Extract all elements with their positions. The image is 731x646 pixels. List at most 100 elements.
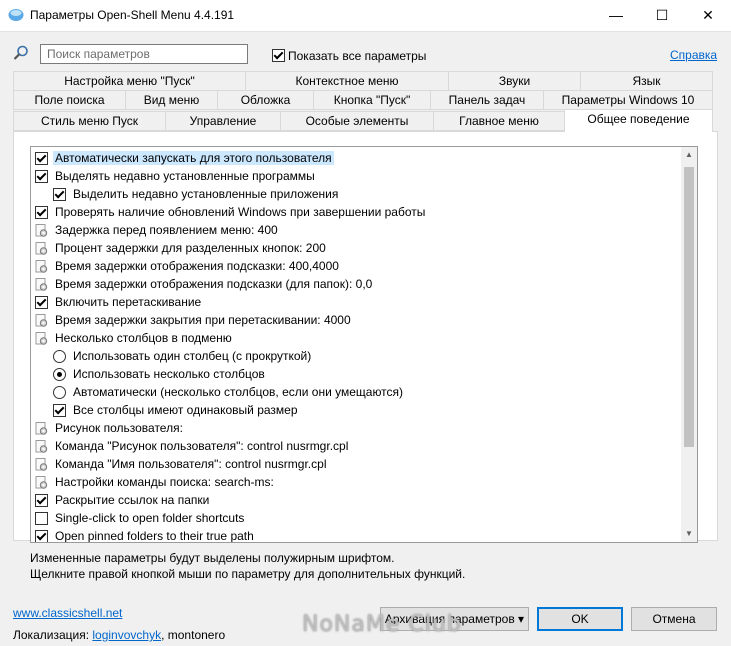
setting-label: Все столбцы имеют одинаковый размер <box>73 403 298 417</box>
setting-radio[interactable] <box>53 386 66 399</box>
window-title: Параметры Open-Shell Menu 4.4.191 <box>30 8 235 22</box>
setting-row[interactable]: Использовать один столбец (с прокруткой) <box>31 347 681 365</box>
settings-gear-icon <box>35 332 48 345</box>
setting-label: Время задержки отображения подсказки (дл… <box>55 277 373 291</box>
scrollbar-thumb[interactable] <box>684 167 694 447</box>
settings-gear-icon <box>35 440 48 453</box>
tab-controls[interactable]: Управление <box>165 111 281 131</box>
tab-general-behavior[interactable]: Общее поведение <box>564 109 713 132</box>
localization-author-link[interactable]: loginvovchyk <box>92 628 161 642</box>
watermark: NoNaMe Club <box>302 612 462 637</box>
scroll-up-arrow-icon[interactable]: ▲ <box>681 147 697 163</box>
setting-row[interactable]: Проверять наличие обновлений Windows при… <box>31 203 681 221</box>
tab-sounds[interactable]: Звуки <box>448 71 581 91</box>
setting-label: Настройки команды поиска: search-ms: <box>55 475 274 489</box>
setting-row[interactable]: Время задержки закрытия при перетаскиван… <box>31 311 681 329</box>
right-click-note: Щелкните правой кнопкой мыши по параметр… <box>30 567 466 581</box>
close-button[interactable]: ✕ <box>685 0 731 31</box>
settings-gear-icon <box>35 278 48 291</box>
title-bar: Параметры Open-Shell Menu 4.4.191 — ☐ ✕ <box>0 0 731 32</box>
setting-row[interactable]: Несколько столбцов в подменю <box>31 329 681 347</box>
setting-row[interactable]: Время задержки отображения подсказки (дл… <box>31 275 681 293</box>
setting-row[interactable]: Настройки команды поиска: search-ms: <box>31 473 681 491</box>
settings-gear-icon <box>35 260 48 273</box>
setting-checkbox[interactable] <box>53 188 66 201</box>
setting-row[interactable]: Рисунок пользователя: <box>31 419 681 437</box>
tab-taskbar[interactable]: Панель задач <box>430 90 544 110</box>
tab-special-items[interactable]: Особые элементы <box>280 111 434 131</box>
tab-language[interactable]: Язык <box>580 71 713 91</box>
setting-label: Open pinned folders to their true path <box>55 529 254 543</box>
settings-scrollbar[interactable]: ▲ ▼ <box>681 147 697 542</box>
setting-label: Команда "Рисунок пользователя": control … <box>55 439 349 453</box>
search-icon <box>13 45 28 60</box>
setting-checkbox[interactable] <box>35 170 48 183</box>
ok-button[interactable]: OK <box>537 607 623 631</box>
setting-label: Автоматически (несколько столбцов, если … <box>73 385 404 399</box>
setting-label: Проверять наличие обновлений Windows при… <box>55 205 426 219</box>
minimize-button[interactable]: — <box>593 0 639 31</box>
tab-skin[interactable]: Обложка <box>217 90 314 110</box>
settings-list: Автоматически запускать для этого пользо… <box>30 146 698 543</box>
setting-row[interactable]: Автоматически запускать для этого пользо… <box>31 149 681 167</box>
cancel-button[interactable]: Отмена <box>631 607 717 631</box>
setting-radio[interactable] <box>53 368 66 381</box>
setting-row[interactable]: Выделить недавно установленные приложени… <box>31 185 681 203</box>
settings-gear-icon <box>35 224 48 237</box>
bold-changes-note: Измененные параметры будут выделены полу… <box>30 551 395 565</box>
setting-checkbox[interactable] <box>35 152 48 165</box>
localization-credits: Локализация: loginvovchyk, montonero <box>13 628 225 642</box>
tab-search-box[interactable]: Поле поиска <box>13 90 126 110</box>
maximize-button[interactable]: ☐ <box>639 0 685 31</box>
setting-label: Использовать один столбец (с прокруткой) <box>73 349 312 363</box>
scroll-down-arrow-icon[interactable]: ▼ <box>681 526 697 542</box>
tab-start-menu-settings[interactable]: Настройка меню "Пуск" <box>13 71 246 91</box>
settings-gear-icon <box>35 314 48 327</box>
settings-gear-icon <box>35 458 48 471</box>
app-shell-icon <box>8 9 24 21</box>
setting-checkbox[interactable] <box>35 494 48 507</box>
tab-windows10-settings[interactable]: Параметры Windows 10 <box>543 90 713 110</box>
setting-radio[interactable] <box>53 350 66 363</box>
show-all-checkbox[interactable] <box>272 49 285 62</box>
tab-start-button[interactable]: Кнопка "Пуск" <box>313 90 431 110</box>
setting-checkbox[interactable] <box>35 206 48 219</box>
setting-label: Выделить недавно установленные приложени… <box>73 187 339 201</box>
setting-checkbox[interactable] <box>35 296 48 309</box>
localization-label: Локализация: <box>13 628 90 642</box>
setting-row[interactable]: Single-click to open folder shortcuts <box>31 509 681 527</box>
website-link[interactable]: www.classicshell.net <box>13 606 122 620</box>
setting-row[interactable]: Раскрытие ссылок на папки <box>31 491 681 509</box>
tab-menu-look[interactable]: Вид меню <box>125 90 218 110</box>
setting-row[interactable]: Использовать несколько столбцов <box>31 365 681 383</box>
setting-checkbox[interactable] <box>35 512 48 525</box>
search-input[interactable] <box>40 44 248 64</box>
settings-gear-icon <box>35 422 48 435</box>
setting-row[interactable]: Команда "Имя пользователя": control nusr… <box>31 455 681 473</box>
localization-author2: montonero <box>167 628 226 642</box>
settings-gear-icon <box>35 476 48 489</box>
setting-label: Процент задержки для разделенных кнопок:… <box>55 241 326 255</box>
setting-row[interactable]: Команда "Рисунок пользователя": control … <box>31 437 681 455</box>
setting-checkbox[interactable] <box>53 404 66 417</box>
tab-menu-style[interactable]: Стиль меню Пуск <box>13 111 166 131</box>
setting-row[interactable]: Процент задержки для разделенных кнопок:… <box>31 239 681 257</box>
help-link[interactable]: Справка <box>670 48 717 62</box>
setting-row[interactable]: Время задержки отображения подсказки: 40… <box>31 257 681 275</box>
show-all-label: Показать все параметры <box>288 49 427 63</box>
setting-label: Использовать несколько столбцов <box>73 367 265 381</box>
tab-main-menu[interactable]: Главное меню <box>433 111 565 131</box>
setting-row[interactable]: Выделять недавно установленные программы <box>31 167 681 185</box>
setting-checkbox[interactable] <box>35 530 48 542</box>
setting-row[interactable]: Open pinned folders to their true path <box>31 527 681 543</box>
tab-context-menu[interactable]: Контекстное меню <box>245 71 449 91</box>
settings-gear-icon <box>35 242 48 255</box>
setting-row[interactable]: Включить перетаскивание <box>31 293 681 311</box>
setting-label: Выделять недавно установленные программы <box>55 169 315 183</box>
setting-label: Рисунок пользователя: <box>55 421 183 435</box>
setting-row[interactable]: Автоматически (несколько столбцов, если … <box>31 383 681 401</box>
setting-row[interactable]: Все столбцы имеют одинаковый размер <box>31 401 681 419</box>
setting-row[interactable]: Задержка перед появлением меню: 400 <box>31 221 681 239</box>
setting-label: Несколько столбцов в подменю <box>55 331 232 345</box>
setting-label: Задержка перед появлением меню: 400 <box>55 223 278 237</box>
